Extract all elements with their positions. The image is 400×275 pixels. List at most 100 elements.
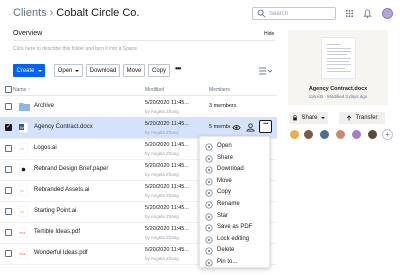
breadcrumb-current: Cobalt Circle Co. — [56, 7, 140, 19]
create-button-label: Create — [16, 67, 35, 74]
modified-by: by Angela Zhang — [145, 256, 179, 261]
file-name[interactable]: Starting Point.ai — [34, 208, 76, 214]
user-avatar[interactable] — [382, 8, 393, 19]
avatar[interactable] — [289, 129, 300, 140]
menu-item-open[interactable]: Open — [200, 141, 271, 153]
svg-text:Ai: Ai — [21, 210, 24, 214]
row-checkbox[interactable] — [5, 103, 12, 110]
hide-overview-link[interactable]: Hide — [264, 31, 274, 37]
menu-item-pin-to[interactable]: Pin to... — [200, 257, 271, 269]
column-header-members[interactable]: Members — [209, 87, 230, 93]
transfer-button[interactable]: Transfer — [339, 112, 385, 124]
table-row[interactable]: Archive 5/20/2020 11:45... by Angela Zha… — [0, 96, 277, 118]
file-name[interactable]: Rebranded Assets.ai — [34, 187, 89, 193]
menu-item-share[interactable]: Share — [200, 153, 271, 165]
row-more-button[interactable]: ··· — [259, 120, 272, 133]
menu-item-save-as-pdf[interactable]: Save as PDF — [200, 222, 271, 234]
illustrator-file-icon: Ai — [19, 185, 28, 196]
save-as-pdf-icon — [205, 224, 213, 232]
breadcrumb-parent[interactable]: Clients — [13, 7, 47, 19]
menu-item-label: Pin to... — [217, 259, 238, 265]
menu-item-label: Rename — [217, 201, 240, 207]
modified-by: by Angela Zhang — [145, 235, 179, 240]
eye-icon[interactable] — [232, 123, 241, 132]
star-icon — [205, 213, 213, 221]
row-checkbox[interactable] — [5, 187, 12, 194]
copy-icon — [205, 189, 213, 197]
add-member-button[interactable]: + — [382, 129, 393, 140]
search-input[interactable] — [269, 8, 333, 19]
chevron-down-icon — [37, 69, 42, 72]
create-button[interactable]: Create — [13, 64, 45, 77]
menu-item-label: Move — [217, 177, 232, 184]
file-name[interactable]: Terrible Ideas.pdf — [34, 229, 80, 235]
pdf-file-icon: PDF — [19, 227, 28, 238]
download-icon — [205, 166, 213, 174]
menu-item-copy[interactable]: Copy — [200, 187, 271, 199]
modified-by: by Angela Zhang — [145, 214, 179, 219]
download-button[interactable]: Download — [86, 64, 120, 77]
modified-date: 5/20/2020 11:45... — [145, 226, 189, 232]
more-actions-button[interactable]: ••• — [175, 64, 181, 73]
column-header-modified[interactable]: Modified — [145, 87, 164, 93]
open-icon — [205, 143, 213, 151]
apps-grid-icon[interactable] — [345, 9, 354, 18]
preview-file-meta: 116 KB · Modified 3 days ago — [308, 94, 368, 99]
avatar[interactable] — [319, 129, 330, 140]
preview-file-name: Agency Contract.docx — [308, 86, 368, 92]
share-person-icon[interactable] — [246, 123, 255, 132]
svg-text:W: W — [20, 125, 24, 130]
overview-description-placeholder[interactable]: Click here to describe this folder and t… — [13, 46, 138, 52]
menu-item-rename[interactable]: Rename — [200, 199, 271, 211]
avatar[interactable] — [303, 129, 314, 140]
row-checkbox[interactable] — [5, 208, 12, 215]
modified-date: 5/20/2020 11:45... — [145, 121, 189, 127]
lock-icon — [205, 236, 213, 244]
bell-icon[interactable] — [363, 9, 372, 18]
menu-item-label: Copy — [217, 189, 232, 196]
file-name[interactable]: Agency Contract.docx — [34, 124, 93, 130]
menu-item-label: Delete — [217, 247, 235, 254]
word-doc-icon: W — [19, 122, 28, 133]
menu-item-delete[interactable]: Delete — [200, 245, 271, 257]
view-options-icon[interactable] — [258, 67, 272, 75]
file-name[interactable]: Rebrand Design Brief.paper — [34, 166, 108, 172]
modified-date: 5/20/2020 11:45... — [145, 100, 189, 106]
move-icon — [205, 178, 213, 186]
file-name[interactable]: Wonderful Ideas.pdf — [34, 250, 88, 256]
avatar[interactable] — [351, 129, 362, 140]
copy-button[interactable]: Copy — [148, 64, 170, 77]
avatar[interactable] — [335, 129, 346, 140]
delete-icon — [205, 247, 213, 255]
file-name[interactable]: Logos.ai — [34, 145, 57, 151]
menu-item-star[interactable]: Star — [200, 211, 271, 223]
select-all-checkbox[interactable] — [5, 86, 12, 93]
menu-item-label: Download — [217, 166, 244, 173]
search-box[interactable] — [252, 7, 336, 20]
search-icon — [257, 9, 266, 18]
modified-date: 5/20/2020 11:45... — [145, 247, 189, 253]
row-checkbox[interactable] — [5, 145, 12, 152]
menu-item-label: Open — [217, 143, 232, 149]
column-header-name[interactable]: Name ↑ — [13, 87, 30, 93]
row-checkbox[interactable] — [5, 123, 12, 131]
document-thumbnail[interactable] — [321, 37, 356, 79]
avatar[interactable] — [367, 129, 378, 140]
open-button[interactable]: Open — [54, 64, 83, 77]
file-table-header: Name ↑ Modified Members — [0, 84, 277, 96]
share-icon — [205, 155, 213, 163]
menu-item-label: Share — [217, 154, 234, 161]
row-checkbox[interactable] — [5, 250, 12, 257]
menu-item-download[interactable]: Download — [200, 164, 271, 176]
svg-text:PDF: PDF — [20, 252, 26, 256]
share-button[interactable]: Share — [289, 112, 328, 124]
menu-item-move[interactable]: Move — [200, 176, 271, 188]
file-name[interactable]: Archive — [34, 103, 54, 109]
menu-item-lock-editing[interactable]: Lock editing — [200, 234, 271, 246]
move-button[interactable]: Move — [123, 64, 145, 77]
row-checkbox[interactable] — [5, 166, 12, 173]
lock-icon — [293, 115, 298, 121]
row-checkbox[interactable] — [5, 229, 12, 236]
transfer-arrow-icon — [347, 115, 352, 121]
rename-icon — [205, 201, 213, 209]
